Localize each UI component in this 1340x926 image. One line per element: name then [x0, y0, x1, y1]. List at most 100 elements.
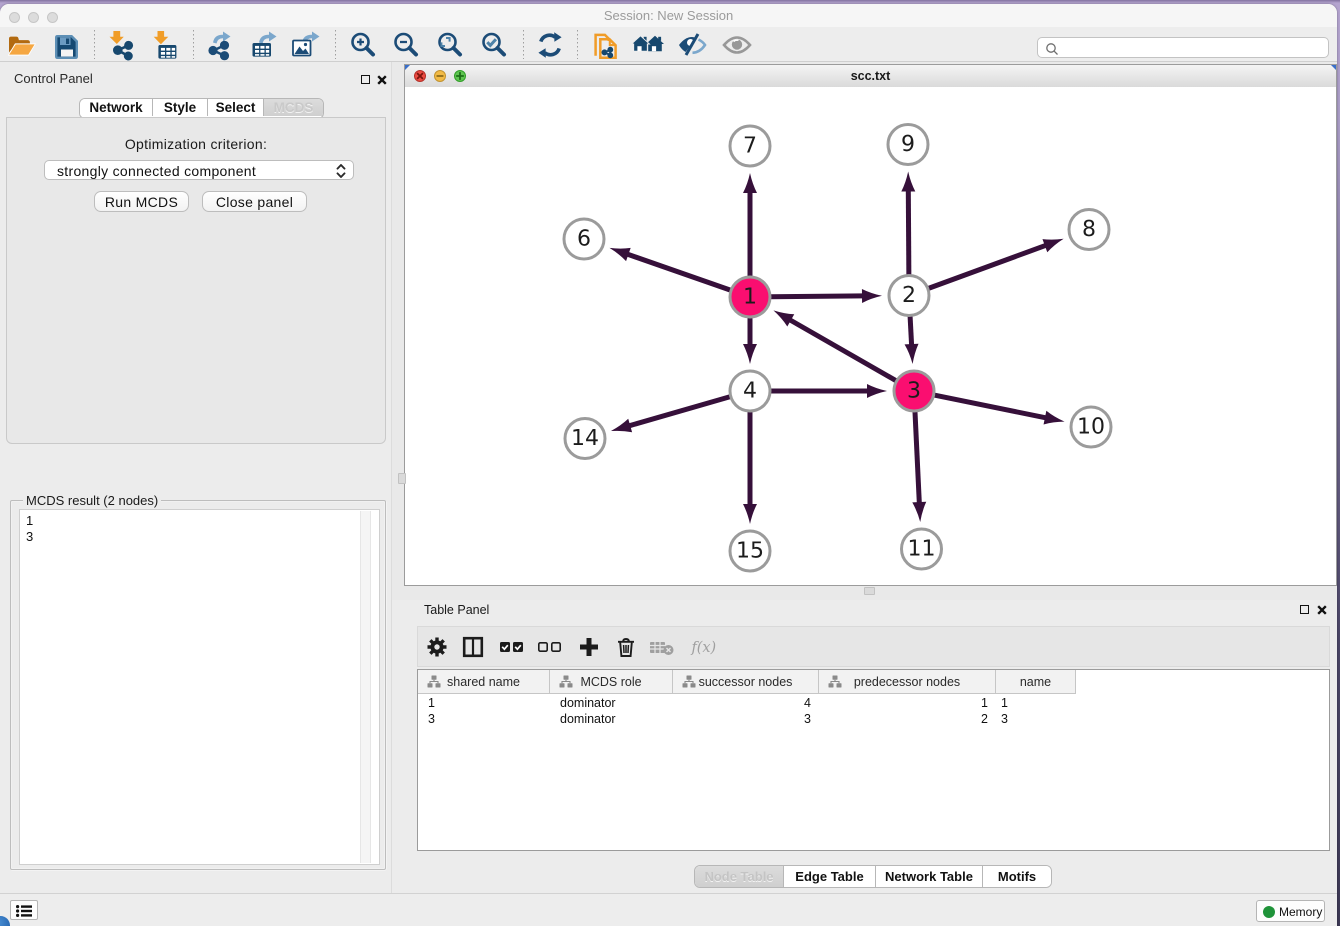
- export-image-icon[interactable]: [290, 31, 320, 59]
- clone-network-icon[interactable]: [590, 31, 620, 59]
- hide-selected-icon[interactable]: [677, 31, 707, 59]
- criterion-dropdown[interactable]: strongly connected component: [44, 160, 354, 180]
- control-panel-float-icon[interactable]: [361, 75, 370, 84]
- application-window: Session: New Session: [0, 4, 1337, 926]
- open-session-icon[interactable]: [6, 31, 36, 59]
- add-column-icon[interactable]: [576, 635, 602, 659]
- mcds-result-list[interactable]: 13: [19, 509, 380, 865]
- graph-edge-arrowhead: [773, 310, 794, 326]
- graph-node-label: 4: [743, 379, 757, 404]
- table-cell[interactable]: 3: [428, 711, 548, 727]
- column-header-successor-nodes[interactable]: successor nodes: [673, 670, 819, 694]
- graph-edge-3-1[interactable]: [789, 320, 896, 381]
- table-cell[interactable]: 1: [1001, 695, 1074, 711]
- memory-button[interactable]: Memory: [1256, 900, 1325, 922]
- tab-mcds[interactable]: MCDS: [263, 99, 323, 116]
- graph-edge-arrowhead: [905, 344, 919, 364]
- table-cell[interactable]: 2: [821, 711, 988, 727]
- first-neighbors-icon[interactable]: [633, 31, 663, 59]
- table-header-row: shared nameMCDS rolesuccessor nodesprede…: [418, 670, 1076, 694]
- graph-edge-1-6[interactable]: [627, 254, 731, 290]
- network-window-maximize-button[interactable]: [454, 70, 466, 82]
- mcds-result-item[interactable]: 3: [26, 529, 379, 545]
- graph-edge-4-14[interactable]: [629, 397, 731, 426]
- control-panel-close-icon[interactable]: [377, 75, 387, 85]
- window-resize-corner-tr[interactable]: [1331, 65, 1336, 70]
- save-session-icon[interactable]: [51, 31, 81, 59]
- column-header-shared-name[interactable]: shared name: [418, 670, 550, 694]
- graph-edge-2-3[interactable]: [910, 315, 912, 345]
- table-cell[interactable]: dominator: [560, 695, 671, 711]
- search-input[interactable]: [1037, 37, 1329, 58]
- mcds-result-item[interactable]: 1: [26, 513, 379, 529]
- table-panel-float-icon[interactable]: [1300, 605, 1309, 614]
- function-builder-icon[interactable]: f(x): [690, 635, 716, 659]
- tab-network[interactable]: Network: [80, 99, 152, 116]
- table-cell[interactable]: dominator: [560, 711, 671, 727]
- export-table-icon[interactable]: [249, 31, 279, 59]
- table-settings-icon[interactable]: [424, 635, 450, 659]
- table-cell[interactable]: 1: [821, 695, 988, 711]
- graph-node-label: 6: [577, 227, 591, 252]
- graph-edge-arrowhead: [1042, 239, 1063, 252]
- export-network-icon[interactable]: [206, 31, 236, 59]
- unselect-all-columns-icon[interactable]: [537, 635, 563, 659]
- table-cell[interactable]: 3: [1001, 711, 1074, 727]
- column-header-name[interactable]: name: [996, 670, 1076, 694]
- splitter-handle-vertical[interactable]: [398, 473, 406, 484]
- tab-style[interactable]: Style: [152, 99, 207, 116]
- graph-edge-arrowhead: [912, 502, 926, 522]
- graph-node-label: 2: [902, 283, 916, 308]
- table-cell[interactable]: 1: [428, 695, 548, 711]
- graph-node-label: 7: [743, 134, 757, 159]
- import-network-icon[interactable]: [107, 31, 137, 59]
- import-table-icon[interactable]: [150, 31, 180, 59]
- table-panel-close-icon[interactable]: [1317, 605, 1327, 615]
- table-panel: Table Panel f(x) shared nameMCDS rolesuc…: [392, 600, 1337, 893]
- refresh-icon[interactable]: [535, 31, 565, 59]
- graph-node-label: 10: [1077, 415, 1105, 440]
- window-resize-corner-tl[interactable]: [405, 65, 410, 70]
- graph-edge-arrowhead: [743, 344, 757, 364]
- tab-network-table[interactable]: Network Table: [875, 866, 982, 887]
- tab-select[interactable]: Select: [207, 99, 263, 116]
- graph-edge-3-11[interactable]: [915, 411, 919, 504]
- delete-column-icon[interactable]: [613, 635, 639, 659]
- column-header-MCDS-role[interactable]: MCDS role: [550, 670, 673, 694]
- column-layout-icon[interactable]: [460, 635, 486, 659]
- network-window-titlebar[interactable]: scc.txt: [405, 65, 1336, 88]
- graph-edge-arrowhead: [901, 171, 915, 191]
- tab-node-table[interactable]: Node Table: [695, 866, 783, 887]
- graph-edge-3-10[interactable]: [934, 395, 1047, 418]
- mcds-result-scrollbar[interactable]: [360, 511, 371, 863]
- status-bar: Memory: [0, 893, 1337, 926]
- run-mcds-button[interactable]: Run MCDS: [94, 191, 189, 212]
- zoom-fit-icon[interactable]: [435, 31, 465, 59]
- tab-edge-table[interactable]: Edge Table: [783, 866, 875, 887]
- zoom-selected-icon[interactable]: [479, 31, 509, 59]
- splitter-handle-horizontal[interactable]: [864, 587, 875, 595]
- screen: Session: New Session: [0, 0, 1340, 926]
- column-header-predecessor-nodes[interactable]: predecessor nodes: [819, 670, 996, 694]
- close-panel-button[interactable]: Close panel: [202, 191, 307, 212]
- network-window-close-button[interactable]: [414, 70, 426, 82]
- delete-table-icon[interactable]: [649, 635, 675, 659]
- tab-motifs[interactable]: Motifs: [982, 866, 1051, 887]
- control-panel-tabs: Network Style Select MCDS: [79, 98, 324, 119]
- graph-edge-2-8[interactable]: [928, 245, 1047, 288]
- network-window-minimize-button[interactable]: [434, 70, 446, 82]
- table-cell[interactable]: 3: [675, 711, 811, 727]
- network-canvas[interactable]: 7968124314101511: [405, 87, 1336, 585]
- table-cell[interactable]: 4: [675, 695, 811, 711]
- zoom-in-icon[interactable]: [348, 31, 378, 59]
- graph-edge-1-2[interactable]: [770, 296, 864, 297]
- select-all-columns-icon[interactable]: [499, 635, 525, 659]
- zoom-out-icon[interactable]: [391, 31, 421, 59]
- show-results-panel-button[interactable]: [10, 900, 38, 920]
- memory-button-label: Memory: [1279, 901, 1322, 923]
- svg-text:f(x): f(x): [690, 640, 716, 656]
- graph-edge-2-9[interactable]: [908, 190, 909, 276]
- optimization-criterion-label: Optimization criterion:: [6, 136, 386, 152]
- node-table[interactable]: shared nameMCDS rolesuccessor nodesprede…: [417, 669, 1330, 851]
- show-all-icon[interactable]: [722, 31, 752, 59]
